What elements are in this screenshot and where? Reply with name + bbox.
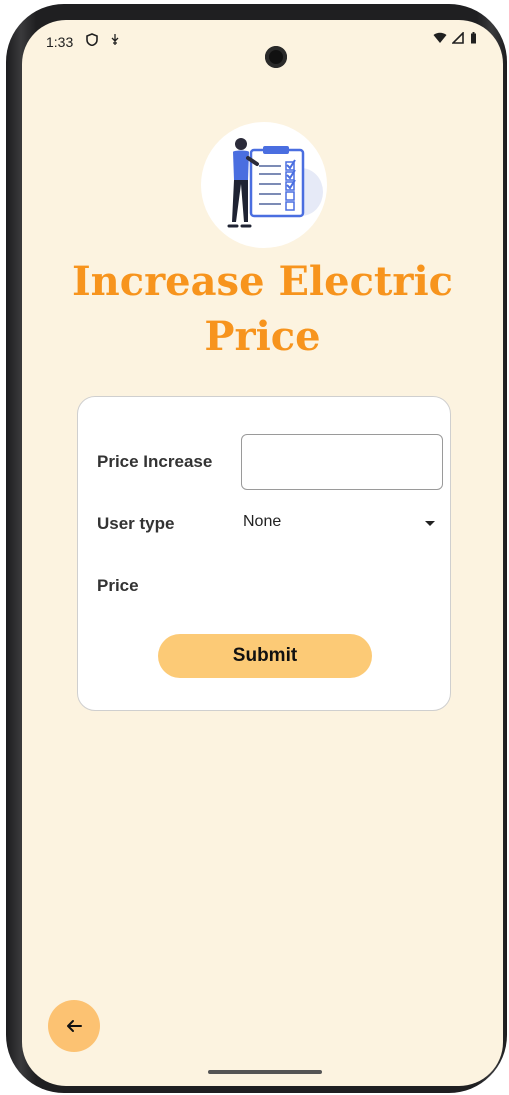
shield-icon: [86, 33, 102, 49]
usb-icon: [110, 34, 120, 49]
status-left-icons: [86, 33, 128, 49]
status-right-icons: [433, 31, 477, 47]
battery-icon: [471, 32, 476, 44]
device: 1:33 Increase Electric Price Price Incre…: [0, 0, 509, 1095]
price-increase-label: Price Increase: [97, 452, 213, 471]
price-label: Price: [97, 576, 139, 595]
form-card: Price Increase User type None Price Subm…: [77, 396, 451, 711]
user-type-selected-value: None: [243, 513, 282, 530]
submit-button[interactable]: Submit: [158, 634, 372, 678]
signal-icon: [451, 31, 465, 44]
status-bar: 1:33: [22, 20, 503, 68]
app-screen: 1:33 Increase Electric Price Price Incre…: [22, 20, 503, 1086]
wifi-icon: [433, 32, 447, 43]
price-increase-input[interactable]: [241, 434, 443, 490]
back-button[interactable]: [48, 1000, 100, 1052]
user-type-dropdown[interactable]: None: [243, 509, 435, 539]
user-type-label: User type: [97, 514, 175, 533]
status-time: 1:33: [46, 34, 74, 50]
arrow-left-icon: [67, 1020, 82, 1032]
front-camera: [265, 46, 287, 68]
checklist-illustration: [201, 122, 327, 248]
page-title: Increase Electric Price: [71, 258, 454, 360]
dropdown-caret-icon: [425, 521, 435, 526]
gesture-nav-handle[interactable]: [208, 1070, 322, 1074]
checklist-icon: [227, 138, 323, 228]
